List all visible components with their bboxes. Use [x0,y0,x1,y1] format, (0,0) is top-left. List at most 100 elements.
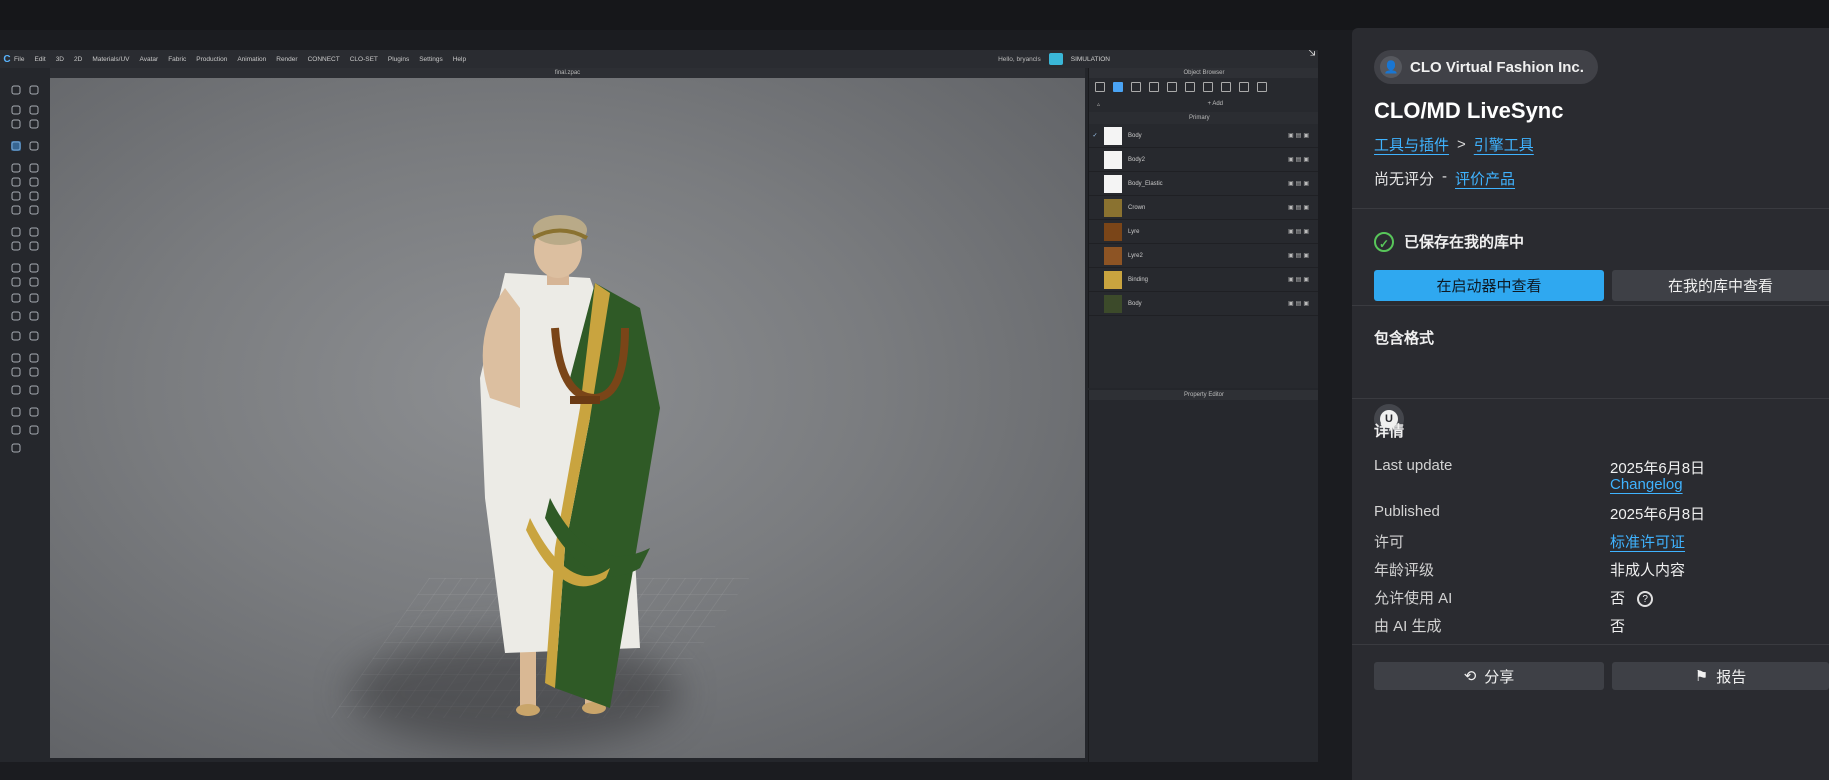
publisher-chip[interactable]: 👤 CLO Virtual Fashion Inc. [1374,50,1598,84]
button-icon[interactable] [1149,82,1159,92]
fabric-row-controls[interactable]: ▣▤▣ [1288,276,1311,283]
menu-file[interactable]: File [14,56,24,63]
add-fabric-button[interactable]: + Add [1207,101,1223,107]
menu-settings[interactable]: Settings [419,56,443,63]
greeting: Hello, bryancls [998,55,1041,63]
view-in-library-button[interactable]: 在我的库中查看 [1612,270,1829,301]
fabric-row-controls[interactable]: ▣▤▣ [1288,252,1311,259]
menu-materials-uv[interactable]: Materials/UV [92,56,129,63]
rate-product-link[interactable]: 评价产品 [1455,168,1515,189]
simulation-toggle[interactable]: SIMULATION [1071,56,1110,63]
graphic-icon[interactable] [1239,82,1249,92]
published-label: Published [1374,503,1440,520]
buttonhole-icon[interactable] [1167,82,1177,92]
fabric-row[interactable]: ✓ Body ▣▤▣ [1089,124,1318,148]
fabric-row[interactable]: Body_Elastic ▣▤▣ [1089,172,1318,196]
fabric-row-controls[interactable]: ▣▤▣ [1288,300,1311,307]
fabric-row[interactable]: Body2 ▣▤▣ [1089,148,1318,172]
clo-logo-icon: C [3,53,11,65]
menu-plugins[interactable]: Plugins [388,56,409,63]
menu-render[interactable]: Render [276,56,297,63]
list-icon[interactable] [1095,82,1105,92]
report-button[interactable]: ⚑ 报告 [1612,662,1829,690]
colorway-primary[interactable]: Primary [1089,112,1318,124]
details-title: 详情 [1374,423,1405,440]
help-icon[interactable]: ? [1637,591,1654,608]
fabric-row-controls[interactable]: ▣▤▣ [1288,228,1311,235]
topstitch-icon[interactable] [1185,82,1195,92]
menu-animation[interactable]: Animation [237,56,266,63]
menu-connect[interactable]: CONNECT [308,56,340,63]
view-in-launcher-button[interactable]: 在启动器中查看 [1374,270,1604,301]
share-button[interactable]: ⟲ 分享 [1374,662,1604,690]
menu-avatar[interactable]: Avatar [140,56,159,63]
object-browser-panel: Object Browser ▵ + Add Primary ✓ Body ▣▤▣ B… [1088,68,1318,388]
fullscreen-toggle-icon[interactable]: ⤡ [1296,50,1318,64]
fabric-row[interactable]: Lyre ▣▤▣ [1089,220,1318,244]
left-toolbox [0,68,50,762]
share-label: 分享 [1484,668,1515,686]
3d-viewport[interactable] [50,78,1085,758]
license-label: 许可 [1374,534,1405,551]
fabric-row-controls[interactable]: ▣▤▣ [1288,204,1311,211]
pattern-icon[interactable] [1131,82,1141,92]
category-breadcrumb: 工具与插件 > 引擎工具 [1374,134,1534,155]
measure-icon[interactable] [1257,82,1267,92]
fabric-swatch[interactable] [1104,126,1122,145]
changelog-link[interactable]: Changelog [1610,476,1683,493]
fabric-row-controls[interactable]: ▣▤▣ [1288,132,1311,139]
fabric-swatch[interactable] [1104,198,1122,217]
top-strip [0,0,1829,30]
fabric-swatch[interactable] [1104,150,1122,169]
menu-clo-set[interactable]: CLO-SET [350,56,378,63]
age-rating-label: 年龄评级 [1374,562,1435,579]
fabric-row-controls[interactable]: ▣▤▣ [1288,156,1311,163]
fabric-row[interactable]: Crown ▣▤▣ [1089,196,1318,220]
menu-bar: C File Edit 3D 2D Materials/UV Avatar Fa… [0,50,1318,68]
fabric-row-controls[interactable]: ▣▤▣ [1288,180,1311,187]
menu-edit[interactable]: Edit [34,56,45,63]
fabric-swatch[interactable] [1104,222,1122,241]
license-link[interactable]: 标准许可证 [1610,531,1685,552]
fabric-row[interactable]: Lyre2 ▣▤▣ [1089,244,1318,268]
object-browser-title: Object Browser [1089,68,1318,78]
no-rating-text: 尚无评分 [1374,171,1435,188]
trim-icon[interactable] [1221,82,1231,92]
clo-app-window: C File Edit 3D 2D Materials/UV Avatar Fa… [0,50,1318,762]
zipper-icon[interactable] [1203,82,1213,92]
fabric-swatch[interactable] [1104,294,1122,313]
fabric-name: Body [1128,300,1142,307]
menu-fabric[interactable]: Fabric [168,56,186,63]
published-value: 2025年6月8日 [1610,506,1706,523]
avatar-figure[interactable] [50,78,1085,758]
fabric-swatch[interactable] [1104,246,1122,265]
fabric-swatch[interactable] [1104,270,1122,289]
fabric-tab-icon[interactable] [1113,82,1123,92]
tool-icons[interactable] [0,68,50,468]
property-editor-panel: Property Editor [1088,390,1318,762]
divider [1352,208,1829,209]
cloud-icon[interactable] [1048,53,1063,65]
crumb-engine-tools[interactable]: 引擎工具 [1474,134,1534,155]
fabric-swatch[interactable] [1104,174,1122,193]
bottom-strip [0,762,1352,780]
divider [1352,305,1829,306]
menu-help[interactable]: Help [453,56,466,63]
object-browser-tabs [1089,78,1318,96]
report-label: 报告 [1716,668,1747,686]
crumb-tools-plugins[interactable]: 工具与插件 [1374,134,1449,155]
fabric-row[interactable]: Binding ▣▤▣ [1089,268,1318,292]
menu-2d[interactable]: 2D [74,56,82,63]
fabric-name: Lyre [1128,228,1140,235]
ai-generated-value: 否 [1610,618,1626,635]
menubar-right: Hello, bryancls SIMULATION [998,53,1110,65]
menu-3d[interactable]: 3D [56,56,64,63]
fabric-row[interactable]: Body ▣▤▣ [1089,292,1318,316]
menu-production[interactable]: Production [196,56,227,63]
product-info-panel: 👤 CLO Virtual Fashion Inc. CLO/MD LiveSy… [1352,28,1829,780]
share-icon: ⟲ [1463,668,1477,685]
fabric-name: Body2 [1128,156,1146,163]
filter-icon[interactable]: ▵ [1097,101,1100,108]
ai-allowed-row: 否 ? [1610,587,1654,608]
ai-allowed-label: 允许使用 AI [1374,590,1453,607]
